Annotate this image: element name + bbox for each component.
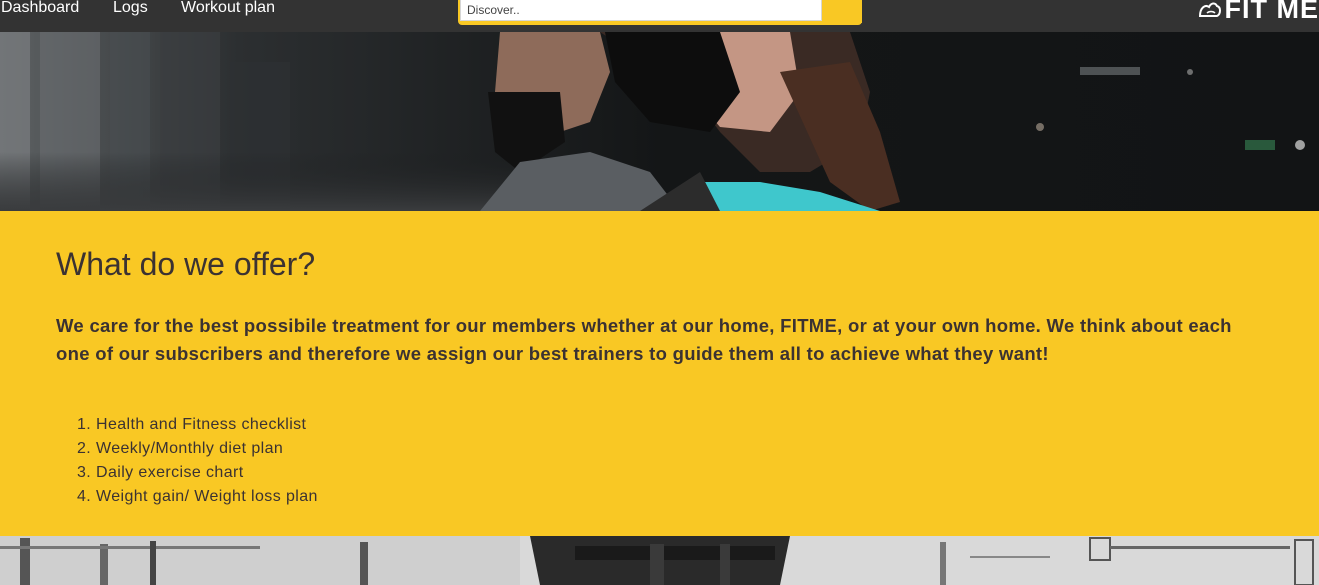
offer-list: Health and Fitness checklist Weekly/Mont… — [56, 413, 318, 509]
bottom-image — [0, 536, 1319, 585]
gym-athletes-photo — [0, 32, 1319, 211]
offer-list-item: Weight gain/ Weight loss plan — [96, 485, 318, 509]
offer-list-item: Daily exercise chart — [96, 461, 318, 485]
brand-name: FIT ME — [1224, 0, 1319, 24]
offer-section: What do we offer? We care for the best p… — [0, 211, 1319, 536]
offer-list-item: Health and Fitness checklist — [96, 413, 318, 437]
search-bar — [458, 0, 862, 25]
brand-logo[interactable]: FIT ME — [1197, 0, 1319, 24]
search-input[interactable] — [460, 0, 822, 21]
nav-link-workout-plan[interactable]: Workout plan — [181, 0, 275, 18]
search-button[interactable] — [826, 0, 862, 23]
offer-title: What do we offer? — [56, 246, 316, 282]
gym-equipment-photo — [0, 536, 1319, 585]
offer-description: We care for the best possibile treatment… — [56, 315, 1232, 364]
nav-link-dashboard[interactable]: Dashboard — [1, 0, 79, 18]
hero-image — [0, 32, 1319, 211]
nav-link-logs[interactable]: Logs — [113, 0, 148, 18]
muscle-arm-icon — [1198, 2, 1221, 17]
top-navbar: Dashboard Logs Workout plan FIT ME — [0, 0, 1319, 32]
offer-list-item: Weekly/Monthly diet plan — [96, 437, 318, 461]
